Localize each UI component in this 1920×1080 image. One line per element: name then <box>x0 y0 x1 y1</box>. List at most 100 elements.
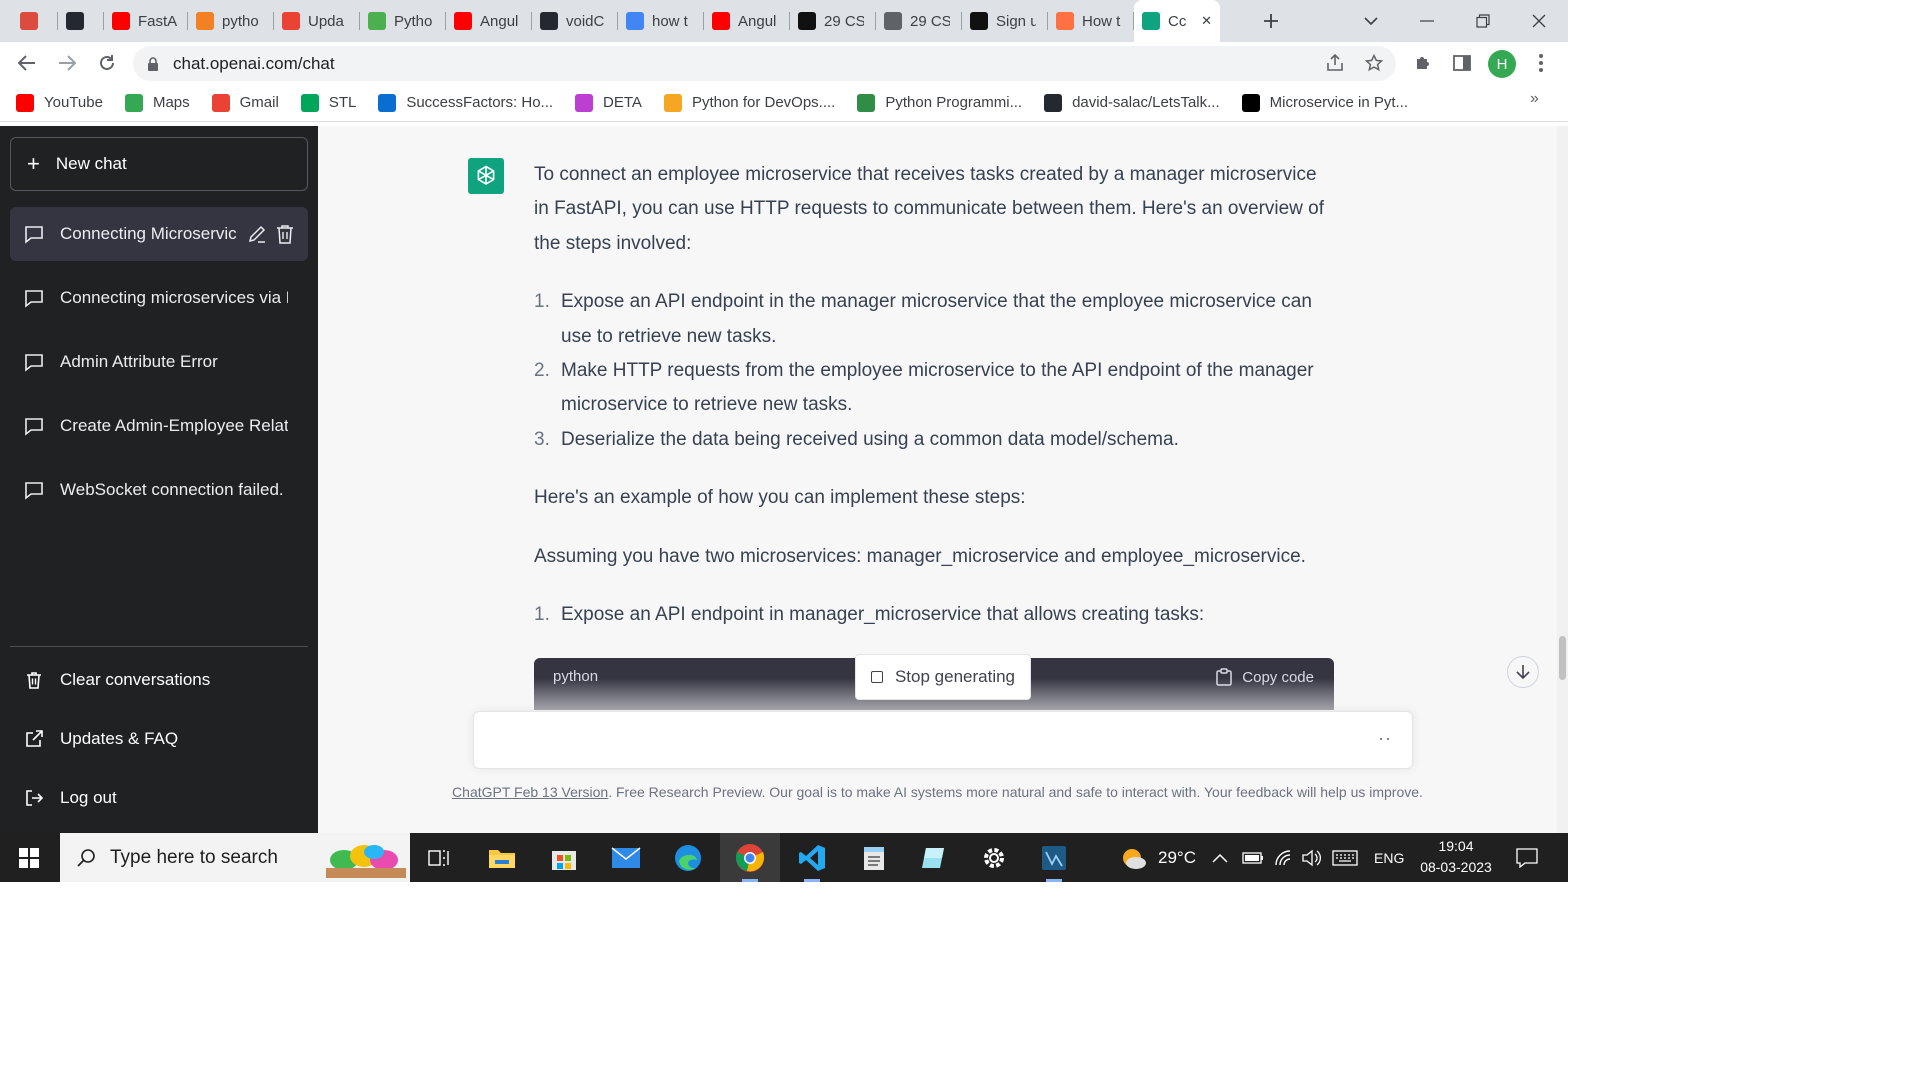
minimize-button[interactable] <box>1404 0 1450 42</box>
star-icon <box>1365 54 1383 72</box>
tab-title: 29 CS <box>910 12 950 30</box>
start-button[interactable] <box>0 833 58 882</box>
notepad-button[interactable] <box>844 833 904 882</box>
sidebar-divider <box>10 646 308 647</box>
tab-0[interactable] <box>12 0 58 42</box>
bookmarks-overflow-button[interactable]: » <box>1530 90 1539 108</box>
chevron-down-icon <box>1364 17 1378 26</box>
bookmark-7[interactable]: Python Programmi... <box>857 93 1022 112</box>
conversation-title: Admin Attribute Error <box>60 352 218 371</box>
tab-2[interactable]: FastAI <box>104 0 188 42</box>
close-tab-icon[interactable]: ✕ <box>1201 13 1212 29</box>
tab-13[interactable]: How t <box>1048 0 1134 42</box>
mail-icon <box>611 846 641 868</box>
back-button[interactable] <box>7 43 47 83</box>
bookmark-1[interactable]: Maps <box>124 93 190 112</box>
tab-3[interactable]: pytho <box>188 0 274 42</box>
close-window-button[interactable] <box>1516 0 1562 42</box>
version-link[interactable]: ChatGPT Feb 13 Version <box>452 784 608 800</box>
sticky-notes-button[interactable] <box>904 833 964 882</box>
stop-generating-button[interactable]: Stop generating <box>855 654 1031 700</box>
tab-8[interactable]: how t <box>618 0 704 42</box>
browser-menu-button[interactable] <box>1526 48 1556 78</box>
conversation-item[interactable]: Connecting microservices via F <box>10 271 308 325</box>
tab-strip: FastAI pytho Upda Pytho Angul voidC how t Angul… <box>0 0 1568 42</box>
page-scrollbar[interactable] <box>1557 126 1568 833</box>
bookmark-5[interactable]: DETA <box>575 93 642 112</box>
notifications-button[interactable] <box>1516 833 1538 882</box>
bookmark-9[interactable]: Microservice in Pyt... <box>1241 93 1408 112</box>
language-indicator[interactable]: ENG <box>1374 850 1404 866</box>
chrome-button[interactable] <box>720 833 780 882</box>
forward-button[interactable] <box>47 43 87 83</box>
tab-9[interactable]: Angul <box>704 0 790 42</box>
message-input[interactable]: ·· <box>473 711 1413 769</box>
tab-search-button[interactable] <box>1348 0 1394 42</box>
conversation-title: Connecting Microservic <box>60 224 237 243</box>
conversation-item[interactable]: Create Admin-Employee Relati <box>10 399 308 453</box>
taskbar-search[interactable]: Type here to search <box>60 833 410 882</box>
openai-icon <box>477 165 495 185</box>
file-explorer-button[interactable] <box>472 833 532 882</box>
chevron-up-icon[interactable] <box>1212 853 1228 863</box>
updates-faq-link[interactable]: Updates & FAQ <box>10 714 308 764</box>
new-tab-button[interactable] <box>1248 0 1294 42</box>
trash-icon[interactable] <box>274 223 296 245</box>
app-button[interactable] <box>1024 833 1084 882</box>
battery-icon[interactable] <box>1242 851 1264 864</box>
bookmark-8[interactable]: david-salac/LetsTalk... <box>1044 93 1220 112</box>
edit-icon[interactable] <box>246 223 268 245</box>
restore-icon <box>1476 14 1490 28</box>
clock[interactable]: 19:04 08-03-2023 <box>1416 836 1496 878</box>
tab-4[interactable]: Upda <box>274 0 360 42</box>
edge-button[interactable] <box>658 833 718 882</box>
bookmark-0[interactable]: YouTube <box>16 93 103 112</box>
conversation-title: Connecting microservices via F <box>60 288 288 307</box>
tab-5[interactable]: Pytho <box>360 0 446 42</box>
bookmark-3[interactable]: STL <box>300 93 356 112</box>
keyboard-icon[interactable] <box>1332 849 1358 866</box>
tab-12[interactable]: Sign u <box>962 0 1048 42</box>
tab-11[interactable]: 29 CS <box>876 0 962 42</box>
bookmark-6[interactable]: Python for DevOps.... <box>663 93 835 112</box>
conversation-item[interactable]: WebSocket connection failed. <box>10 463 308 517</box>
address-bar[interactable]: chat.openai.com/chat <box>133 46 1396 81</box>
tab-10[interactable]: 29 CS <box>790 0 876 42</box>
store-button[interactable] <box>534 833 594 882</box>
bookmark-4[interactable]: SuccessFactors: Ho... <box>378 93 553 112</box>
speaker-icon[interactable] <box>1302 849 1322 867</box>
dev-icon <box>1241 93 1260 112</box>
tab-6[interactable]: Angul <box>446 0 532 42</box>
new-chat-button[interactable]: + New chat <box>10 137 308 191</box>
side-panel-button[interactable] <box>1447 48 1477 78</box>
log-out-button[interactable]: Log out <box>10 773 308 823</box>
clear-conversations-button[interactable]: Clear conversations <box>10 655 308 705</box>
list-number: 1. <box>534 604 550 626</box>
settings-button[interactable] <box>964 833 1024 882</box>
conversation-item[interactable]: Connecting Microservic <box>10 207 308 261</box>
restore-button[interactable] <box>1460 0 1506 42</box>
reload-button[interactable] <box>87 43 127 83</box>
tab-14[interactable]: Cc ✕ <box>1134 0 1220 42</box>
bookmark-star-button[interactable] <box>1359 48 1389 78</box>
profile-avatar[interactable]: H <box>1488 50 1516 78</box>
codepen-icon <box>970 12 988 30</box>
scroll-to-bottom-button[interactable] <box>1507 656 1539 688</box>
weather-widget[interactable]: 29°C <box>1120 833 1196 882</box>
bookmark-2[interactable]: Gmail <box>211 93 279 112</box>
scrollbar-thumb[interactable] <box>1559 636 1566 680</box>
message-example-line: Here's an example of how you can impleme… <box>534 487 1026 509</box>
bookmark-label: YouTube <box>44 94 103 111</box>
conversation-item[interactable]: Admin Attribute Error <box>10 335 308 389</box>
reload-icon <box>100 55 114 70</box>
vscode-button[interactable] <box>782 833 842 882</box>
extensions-button[interactable] <box>1408 48 1438 78</box>
tab-1[interactable] <box>58 0 104 42</box>
tab-7[interactable]: voidC <box>532 0 618 42</box>
notes-icon <box>922 847 944 868</box>
share-button[interactable] <box>1320 48 1350 78</box>
mail-button[interactable] <box>596 833 656 882</box>
wifi-icon[interactable] <box>1274 849 1294 867</box>
task-view-button[interactable] <box>410 833 470 882</box>
plus-icon <box>1264 14 1278 28</box>
